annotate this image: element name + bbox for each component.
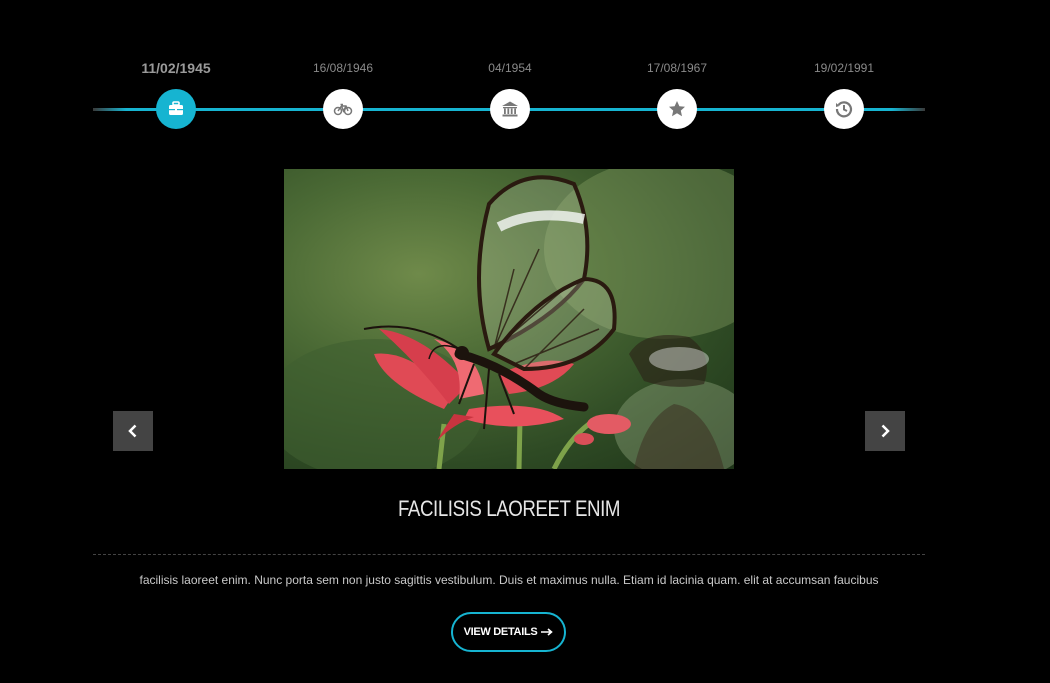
view-details-label: VIEW DETAILS [463, 626, 538, 638]
bicycle-icon [333, 103, 353, 116]
arrow-right-icon [541, 628, 554, 636]
bank-icon [502, 101, 518, 117]
slide-title: FACILISIS LAOREET ENIM [397, 496, 621, 521]
butterfly-photo [284, 169, 734, 469]
briefcase-icon [169, 101, 183, 115]
timeline-node[interactable] [657, 89, 697, 129]
next-button[interactable] [865, 411, 905, 451]
timeline-node[interactable] [490, 89, 530, 129]
slide-image [284, 169, 734, 469]
timeline: 11/02/1945 16/08/1946 04/1954 17/08/1967… [93, 0, 925, 140]
timeline-date[interactable]: 16/08/1946 [288, 61, 398, 75]
timeline-date[interactable]: 17/08/1967 [622, 61, 732, 75]
chevron-left-icon [128, 424, 137, 438]
prev-button[interactable] [113, 411, 153, 451]
divider [93, 554, 925, 555]
history-icon [835, 101, 853, 118]
timeline-date[interactable]: 19/02/1991 [789, 61, 899, 75]
chevron-right-icon [881, 424, 890, 438]
timeline-date[interactable]: 11/02/1945 [121, 60, 231, 76]
timeline-date[interactable]: 04/1954 [455, 61, 565, 75]
timeline-node[interactable] [156, 89, 196, 129]
slide-description: facilisis laoreet enim. Nunc porta sem n… [139, 573, 879, 587]
timeline-node[interactable] [323, 89, 363, 129]
timeline-node[interactable] [824, 89, 864, 129]
view-details-button[interactable]: VIEW DETAILS [451, 612, 566, 652]
star-icon [669, 101, 685, 117]
